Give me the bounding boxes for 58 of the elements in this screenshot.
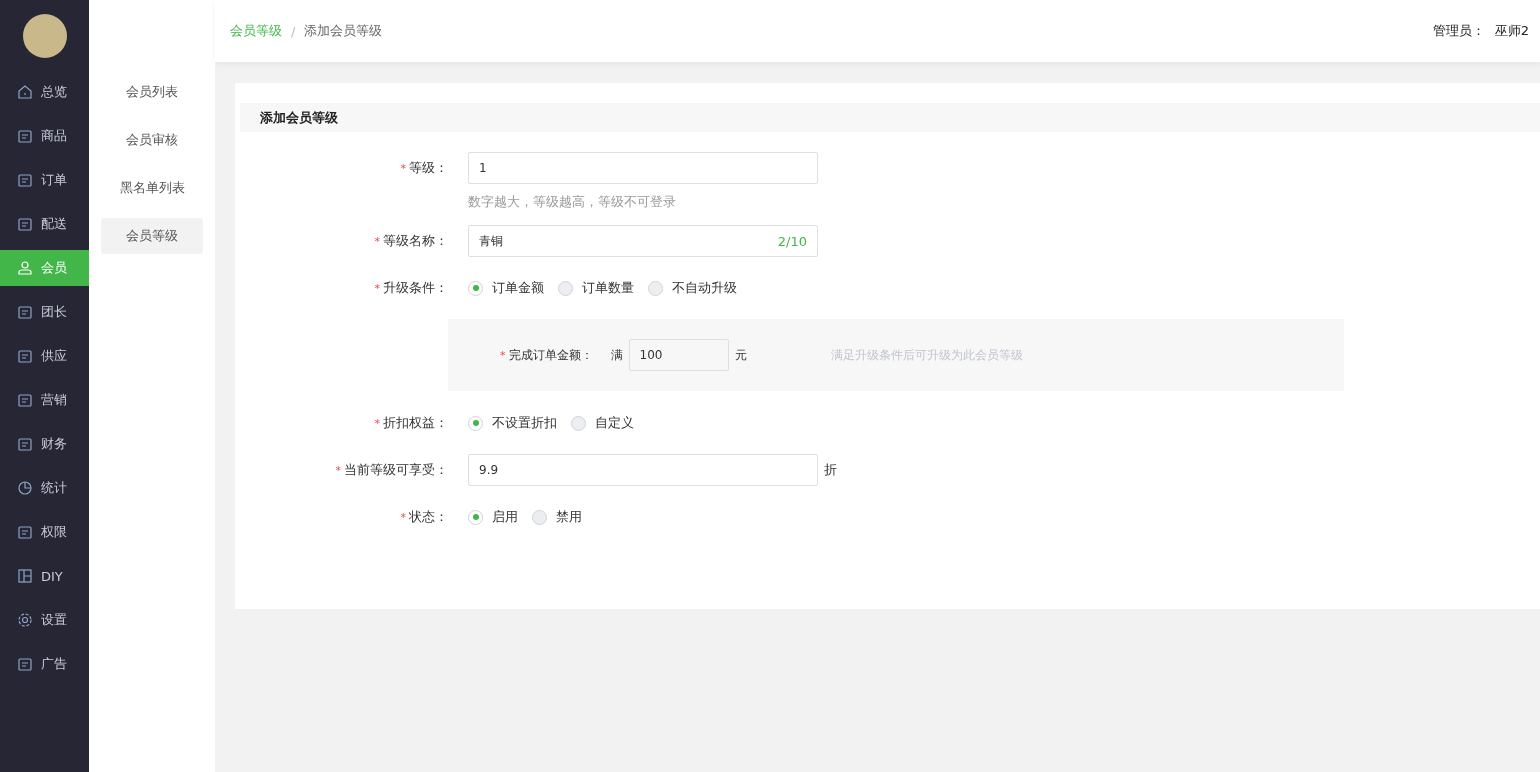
radio-option[interactable]: 不自动升级: [648, 279, 737, 297]
field-label: 等级名称：: [383, 232, 448, 250]
nav-item[interactable]: 权限: [0, 514, 89, 550]
radio-option[interactable]: 启用: [468, 508, 518, 526]
nav-item[interactable]: 配送: [0, 206, 89, 242]
required-mark: *: [374, 234, 380, 248]
nav-item[interactable]: 团长: [0, 294, 89, 330]
required-mark: *: [374, 416, 380, 430]
gear-icon: [17, 612, 33, 628]
field-label: 当前等级可享受：: [344, 461, 448, 479]
admin-label: 管理员：: [1432, 22, 1485, 40]
field-label: 状态：: [409, 508, 448, 526]
prefix-label: 满: [610, 346, 623, 364]
field-label: 完成订单金额：: [508, 346, 593, 364]
input-field[interactable]: 9.9: [468, 454, 818, 486]
input-field[interactable]: 1: [468, 152, 818, 184]
submenu-item[interactable]: 会员等级: [101, 218, 203, 254]
submenu-item[interactable]: 黑名单列表: [101, 170, 203, 206]
char-counter: 2/10: [777, 233, 807, 249]
breadcrumb-separator: /: [291, 23, 296, 39]
admin-name: 巫师2: [1494, 22, 1529, 40]
submenu-item[interactable]: 会员审核: [101, 122, 203, 158]
layout-icon: [17, 568, 33, 584]
breadcrumb-current: 添加会员等级: [304, 22, 383, 40]
home-icon: [17, 84, 33, 100]
avatar-photo-placeholder: [22, 14, 67, 58]
required-mark: *: [335, 463, 341, 477]
radio-option[interactable]: 订单金额: [468, 279, 544, 297]
radio-option[interactable]: 不设置折扣: [468, 414, 557, 432]
radio-option[interactable]: 自定义: [571, 414, 634, 432]
nav-item[interactable]: DIY: [0, 558, 89, 594]
required-mark: *: [400, 161, 406, 175]
input-field[interactable]: 青铜 2/10: [468, 225, 818, 257]
required-mark: *: [400, 510, 406, 524]
nav-item[interactable]: 广告: [0, 646, 89, 682]
nav-item[interactable]: 统计: [0, 470, 89, 506]
field-label: 升级条件：: [383, 279, 448, 297]
nav-item[interactable]: 订单: [0, 162, 89, 198]
nav-item[interactable]: 商品: [0, 118, 89, 154]
card-title: 添加会员等级: [240, 103, 1540, 132]
radio-option[interactable]: 禁用: [532, 508, 582, 526]
pie-chart-icon: [17, 480, 33, 496]
required-mark: *: [500, 348, 506, 362]
nav-item[interactable]: 营销: [0, 382, 89, 418]
submenu-item[interactable]: 会员列表: [101, 74, 203, 110]
unit-label: 元: [734, 346, 747, 364]
radio-option[interactable]: 订单数量: [558, 279, 634, 297]
field-label: 等级：: [409, 159, 448, 177]
hint-text: 数字越大，等级越高，等级不可登录: [468, 194, 676, 209]
unit-label: 折: [824, 461, 837, 479]
person-icon: [17, 260, 33, 276]
nav-item[interactable]: 设置: [0, 602, 89, 638]
input-field[interactable]: 100: [628, 339, 729, 371]
required-mark: *: [374, 281, 380, 295]
nav-item[interactable]: 财务: [0, 426, 89, 462]
nav-item[interactable]: 供应: [0, 338, 89, 374]
nav-item[interactable]: 总览: [0, 74, 89, 110]
field-label: 折扣权益：: [383, 414, 448, 432]
